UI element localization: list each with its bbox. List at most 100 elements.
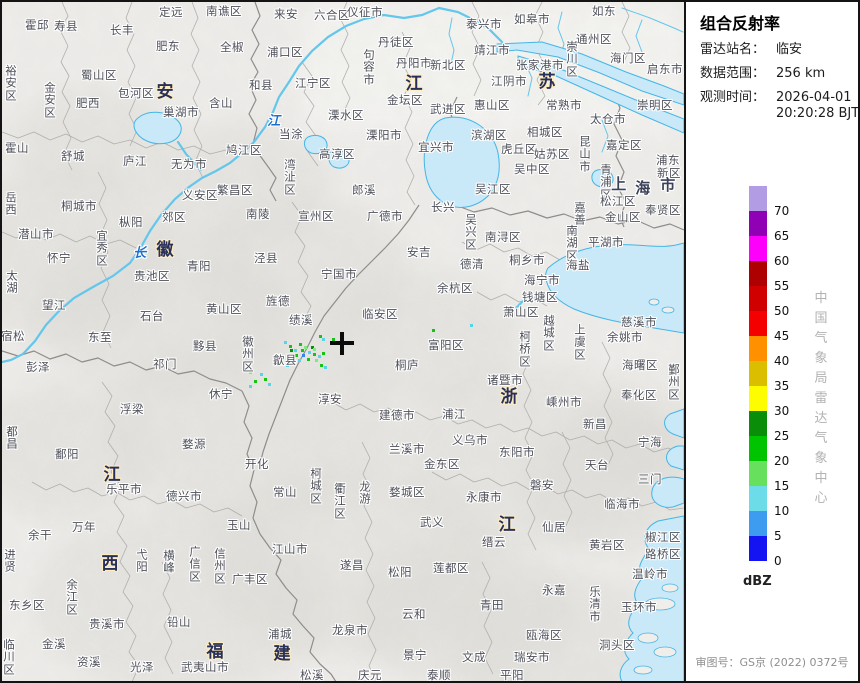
map-label: 仙居 (542, 521, 566, 533)
map-label: 奉贤区 (645, 204, 681, 216)
radar-echo-cell (249, 385, 252, 388)
province-label: 苏 (539, 73, 556, 91)
map-label: 海 (635, 180, 651, 196)
legend-segment (749, 511, 767, 536)
map-label: 遂昌 (340, 559, 364, 571)
map-label: 金安区 (44, 81, 56, 118)
map-label: 龙游 (359, 481, 371, 506)
map-label: 开化 (245, 458, 269, 470)
map-label: 泾县 (254, 252, 278, 264)
map-label: 长丰 (110, 24, 134, 36)
time-clock-row: 20:20:28 BJT (700, 106, 859, 121)
map-label: 徽州区 (242, 335, 254, 372)
legend-segment (749, 311, 767, 336)
province-label: 徽 (157, 241, 174, 259)
map-label: 广丰区 (232, 573, 268, 585)
map-label: 德兴市 (166, 490, 202, 502)
map-label: 洞头区 (599, 639, 635, 651)
legend-segment (749, 236, 767, 261)
map-label: 宜兴市 (418, 141, 454, 153)
map-label: 丹徒区 (378, 36, 414, 48)
map-label: 肥东 (156, 40, 180, 52)
map-label: 三门 (638, 473, 662, 485)
radar-product-window: 霍邱寿县定远南谯区来安六合区仪征市长丰肥东全椒裕安区金安区蜀山区包河区肥西安巢湖… (0, 0, 860, 683)
legend-tick: 70 (774, 204, 789, 218)
map-label: 瑞安市 (514, 651, 550, 663)
map-label: 崇川区 (566, 40, 578, 77)
legend-segment (749, 361, 767, 386)
map-label: 义乌市 (452, 434, 488, 446)
map-label: 来安 (274, 8, 298, 20)
radar-echo-cell (301, 349, 304, 352)
legend-tick: 25 (774, 429, 789, 443)
radar-echo-cell (324, 366, 327, 369)
map-label: 昆山市 (579, 135, 591, 172)
map-label: 武进区 (430, 103, 466, 115)
map-label: 湾沚区 (284, 158, 296, 195)
map-label: 绩溪 (289, 314, 313, 326)
map-label: 相城区 (527, 126, 563, 138)
map-label: 浮梁 (120, 403, 144, 415)
map-label: 嘉定区 (606, 139, 642, 151)
map-label: 金坛区 (387, 94, 423, 106)
map-label: 乐平市 (106, 483, 142, 495)
map-label: 贵溪市 (89, 618, 125, 630)
map-label: 莲都区 (433, 562, 469, 574)
map-label: 钱塘区 (522, 291, 558, 303)
map-label: 吴江区 (475, 183, 511, 195)
map-label: 海门区 (610, 52, 646, 64)
legend-tick: 20 (774, 454, 789, 468)
product-title: 组合反射率 (700, 10, 780, 34)
map-label: 江山市 (272, 543, 308, 555)
map-label: 云和 (402, 608, 426, 620)
radar-echo-cell (260, 373, 263, 376)
map-label: 龙泉市 (332, 624, 368, 636)
map-label: 长兴 (431, 201, 455, 213)
time-date: 2026-04-01 (776, 90, 852, 105)
info-panel: 组合反射率 雷达站名：临安 数据范围：256 km 观测时间：2026-04-0… (686, 2, 858, 681)
map-label: 含山 (209, 97, 233, 109)
legend-segment (749, 461, 767, 486)
map-label: 彭泽 (26, 361, 50, 373)
station-value: 临安 (776, 42, 802, 57)
map-label: 吴兴区 (465, 213, 477, 250)
map-label: 霍山 (5, 142, 29, 154)
map-label: 潜山市 (18, 228, 54, 240)
map-label: 横峰 (163, 550, 175, 575)
map-label: 光泽 (130, 661, 154, 673)
map-label: 全椒 (220, 41, 244, 53)
map-label: 安吉 (407, 246, 431, 258)
legend-segment (749, 336, 767, 361)
range-value: 256 km (776, 66, 825, 81)
map-label: 常山 (273, 486, 297, 498)
map-label: 义安区 (182, 189, 218, 201)
map-label: 都昌 (6, 426, 18, 451)
map-label: 宣州区 (298, 210, 334, 222)
map-label: 宜秀区 (96, 229, 108, 266)
legend-segment (749, 186, 767, 211)
radar-echo-cell (298, 359, 301, 362)
map-label: 天台 (585, 459, 609, 471)
legend-tick: 50 (774, 304, 789, 318)
map-label: 海曙区 (622, 359, 658, 371)
map-label: 黄岩区 (589, 539, 625, 551)
map-label: 柯城区 (310, 467, 322, 504)
map-label: 永康市 (466, 491, 502, 503)
legend-tick: 5 (774, 529, 782, 543)
map-label: 巢湖市 (163, 106, 199, 118)
map-label: 新北区 (430, 59, 466, 71)
map-label: 蜀山区 (81, 69, 117, 81)
map-label: 武义 (420, 516, 444, 528)
radar-echo-cell (284, 341, 287, 344)
map-label: 滨湖区 (471, 129, 507, 141)
map-label: 武夷山市 (181, 661, 229, 673)
map-label: 浦城 (268, 628, 292, 640)
map-label: 萧山区 (503, 306, 539, 318)
map-label: 富阳区 (428, 339, 464, 351)
province-label: 江 (499, 516, 516, 534)
map-label: 六合区 (314, 9, 350, 21)
map-label: 裕安区 (5, 64, 17, 101)
map-label: 启东市 (647, 63, 683, 75)
map-label: 万年 (72, 521, 96, 533)
map-label: 无为市 (171, 158, 207, 170)
